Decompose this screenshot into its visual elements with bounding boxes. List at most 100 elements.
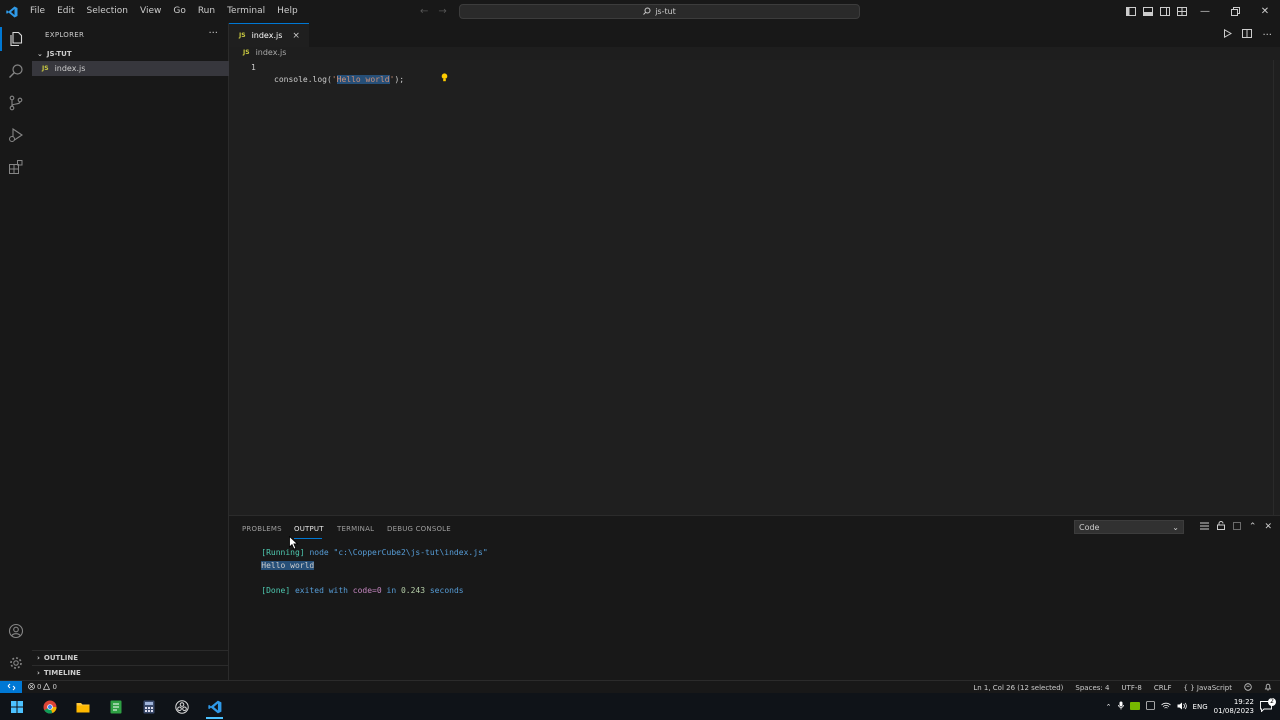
forward-arrow-icon[interactable]: → [438, 6, 446, 17]
tab-index-js[interactable]: JS index.js × [229, 23, 309, 47]
menu-help[interactable]: Help [271, 0, 304, 23]
title-bar: File Edit Selection View Go Run Terminal… [0, 0, 1280, 23]
running-command: node "c:\CopperCube2\js-tut\index.js" [309, 548, 488, 557]
menu-run[interactable]: Run [192, 0, 221, 23]
more-actions-icon[interactable]: ··· [1262, 30, 1272, 41]
menu-view[interactable]: View [134, 0, 167, 23]
accounts-icon[interactable] [0, 615, 32, 647]
output-done-line: [Done] exited with code=0 in 0.243 secon… [242, 577, 464, 604]
warning-icon [43, 682, 51, 692]
tray-app-icon[interactable] [1145, 701, 1155, 712]
lightbulb-icon[interactable] [408, 63, 448, 95]
done-time: 0.243 [400, 586, 426, 595]
obs-icon[interactable] [165, 693, 198, 720]
output-channel-select[interactable]: Code ⌄ [1074, 520, 1184, 534]
editor-scrollbar[interactable] [1273, 60, 1280, 515]
chrome-icon[interactable] [33, 693, 66, 720]
done-code: code=0 [352, 586, 382, 595]
section-outline[interactable]: › OUTLINE [32, 650, 229, 664]
done-text-1: exited with [294, 586, 353, 595]
toggle-panel-icon[interactable] [1139, 0, 1156, 23]
feedback-icon[interactable] [1244, 682, 1252, 693]
javascript-file-icon: JS [239, 32, 246, 39]
run-code-icon[interactable] [1223, 28, 1233, 41]
encoding[interactable]: UTF-8 [1121, 684, 1141, 692]
windows-start-icon[interactable] [0, 693, 33, 720]
close-panel-icon[interactable]: ✕ [1264, 522, 1272, 532]
restore-icon[interactable] [1220, 0, 1250, 23]
cursor-position[interactable]: Ln 1, Col 26 (12 selected) [973, 684, 1063, 692]
vscode-icon[interactable] [198, 693, 231, 720]
network-icon[interactable] [1160, 702, 1171, 712]
keyboard-language[interactable]: ENG [1193, 703, 1208, 711]
clock[interactable]: 19:22 01/08/2023 [1214, 698, 1254, 716]
notepad-icon[interactable] [99, 693, 132, 720]
javascript-file-icon: JS [42, 65, 49, 72]
chevron-up-icon[interactable]: ⌃ [1249, 522, 1257, 532]
done-text-3: seconds [425, 586, 464, 595]
remote-indicator-icon[interactable] [0, 680, 22, 694]
search-icon[interactable] [0, 55, 32, 87]
lock-scroll-icon[interactable] [1216, 521, 1225, 533]
section-timeline[interactable]: › TIMELINE [32, 665, 229, 679]
customize-layout-icon[interactable] [1173, 0, 1190, 23]
microphone-icon[interactable] [1117, 701, 1124, 712]
bottom-panel: PROBLEMS OUTPUT TERMINAL DEBUG CONSOLE C… [229, 515, 1280, 680]
chevron-right-icon: › [37, 668, 40, 677]
volume-icon[interactable] [1177, 702, 1187, 712]
indentation[interactable]: Spaces: 4 [1075, 684, 1109, 692]
tab-problems[interactable]: PROBLEMS [242, 525, 282, 533]
menu-terminal[interactable]: Terminal [221, 0, 271, 23]
end-of-line[interactable]: CRLF [1154, 684, 1172, 692]
tab-output[interactable]: OUTPUT [294, 525, 324, 533]
done-text-2: in [381, 586, 401, 595]
javascript-file-icon: JS [243, 49, 250, 56]
language-mode[interactable]: { } JavaScript [1184, 684, 1232, 692]
editor-tabs: JS index.js × ··· [229, 23, 1280, 47]
folder-js-tut[interactable]: ⌄ JS-TUT [32, 47, 229, 61]
toggle-sidebar-icon[interactable] [1122, 0, 1139, 23]
nvidia-icon[interactable] [1129, 701, 1140, 712]
back-arrow-icon[interactable]: ← [420, 6, 428, 17]
notification-center-icon[interactable]: 2 [1260, 697, 1276, 713]
tab-terminal[interactable]: TERMINAL [337, 525, 374, 533]
menu-edit[interactable]: Edit [51, 0, 80, 23]
more-actions-icon[interactable]: ··· [208, 28, 218, 39]
calculator-icon[interactable] [132, 693, 165, 720]
extensions-icon[interactable] [0, 151, 32, 183]
clear-output-icon[interactable] [1199, 522, 1209, 533]
chevron-right-icon: › [37, 653, 40, 662]
editor-actions: ··· [1223, 23, 1272, 47]
menu-selection[interactable]: Selection [81, 0, 134, 23]
maximize-panel-icon[interactable] [1232, 521, 1241, 533]
notification-count: 2 [1268, 697, 1276, 706]
command-center-label: js-tut [655, 7, 676, 16]
output-hello: Hello world [261, 561, 315, 570]
chevron-down-icon: ⌄ [37, 50, 43, 58]
run-debug-icon[interactable] [0, 119, 32, 151]
source-control-icon[interactable] [0, 87, 32, 119]
notifications-bell-icon[interactable] [1264, 683, 1272, 693]
manage-gear-icon[interactable] [0, 647, 32, 679]
clock-time: 19:22 [1233, 697, 1254, 706]
file-item-index-js[interactable]: JS index.js [32, 61, 229, 76]
close-tab-icon[interactable]: × [292, 31, 300, 41]
code-line[interactable]: console.log(' Hello world '); [274, 63, 448, 95]
code-editor[interactable]: 1 console.log(' Hello world '); [229, 60, 1280, 515]
menu-go[interactable]: Go [167, 0, 191, 23]
command-center-search[interactable]: js-tut [459, 4, 860, 19]
toggle-secondary-sidebar-icon[interactable] [1156, 0, 1173, 23]
split-editor-icon[interactable] [1242, 29, 1253, 41]
code-suffix: ); [394, 74, 405, 84]
breadcrumb-file[interactable]: index.js [256, 48, 287, 57]
close-window-icon[interactable]: ✕ [1250, 0, 1280, 23]
file-explorer-icon[interactable] [66, 693, 99, 720]
problems-status[interactable]: 0 0 [28, 682, 57, 692]
chevron-up-icon[interactable]: ⌃ [1106, 703, 1112, 711]
menu-file[interactable]: File [24, 0, 51, 23]
line-number: 1 [251, 63, 256, 72]
tab-debug-console[interactable]: DEBUG CONSOLE [387, 525, 451, 533]
explorer-icon[interactable] [0, 23, 32, 55]
minimize-icon[interactable]: — [1190, 0, 1220, 23]
status-bar: 0 0 Ln 1, Col 26 (12 selected) Spaces: 4… [0, 680, 1280, 694]
